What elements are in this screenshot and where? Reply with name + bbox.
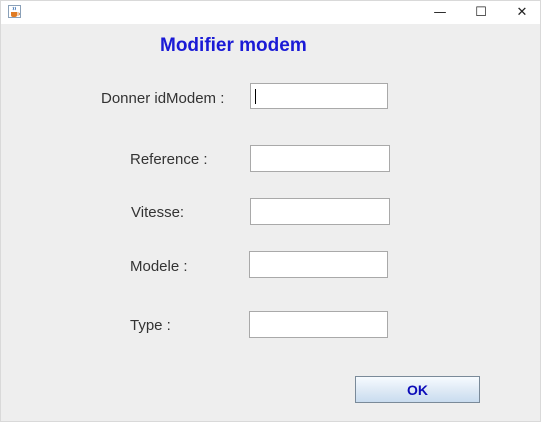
close-button[interactable]: ✕ bbox=[503, 1, 541, 24]
ok-button[interactable]: OK bbox=[355, 376, 480, 403]
close-icon: ✕ bbox=[516, 5, 528, 20]
java-cup-icon bbox=[8, 5, 21, 18]
maximize-button[interactable]: ☐ bbox=[462, 1, 500, 24]
reference-field[interactable] bbox=[250, 145, 390, 172]
modele-field[interactable] bbox=[249, 251, 388, 278]
form-panel: Modifier modem Donner idModem : Referenc… bbox=[1, 24, 540, 421]
modele-label: Modele : bbox=[130, 258, 188, 275]
vitesse-label: Vitesse: bbox=[131, 204, 185, 221]
idmodem-label: Donner idModem : bbox=[101, 90, 225, 107]
text-caret bbox=[255, 89, 256, 104]
modifier-modem-window: — ☐ ✕ Modifier modem Donner idModem : Re… bbox=[0, 0, 541, 422]
minimize-icon: — bbox=[433, 5, 447, 20]
minimize-button[interactable]: — bbox=[421, 1, 459, 24]
form-title: Modifier modem bbox=[160, 35, 307, 56]
maximize-icon: ☐ bbox=[475, 5, 487, 20]
vitesse-field[interactable] bbox=[250, 198, 390, 225]
type-field[interactable] bbox=[249, 311, 388, 338]
idmodem-field[interactable] bbox=[250, 83, 388, 109]
type-label: Type : bbox=[130, 317, 171, 334]
reference-label: Reference : bbox=[130, 151, 208, 168]
title-bar[interactable]: — ☐ ✕ bbox=[1, 1, 540, 24]
